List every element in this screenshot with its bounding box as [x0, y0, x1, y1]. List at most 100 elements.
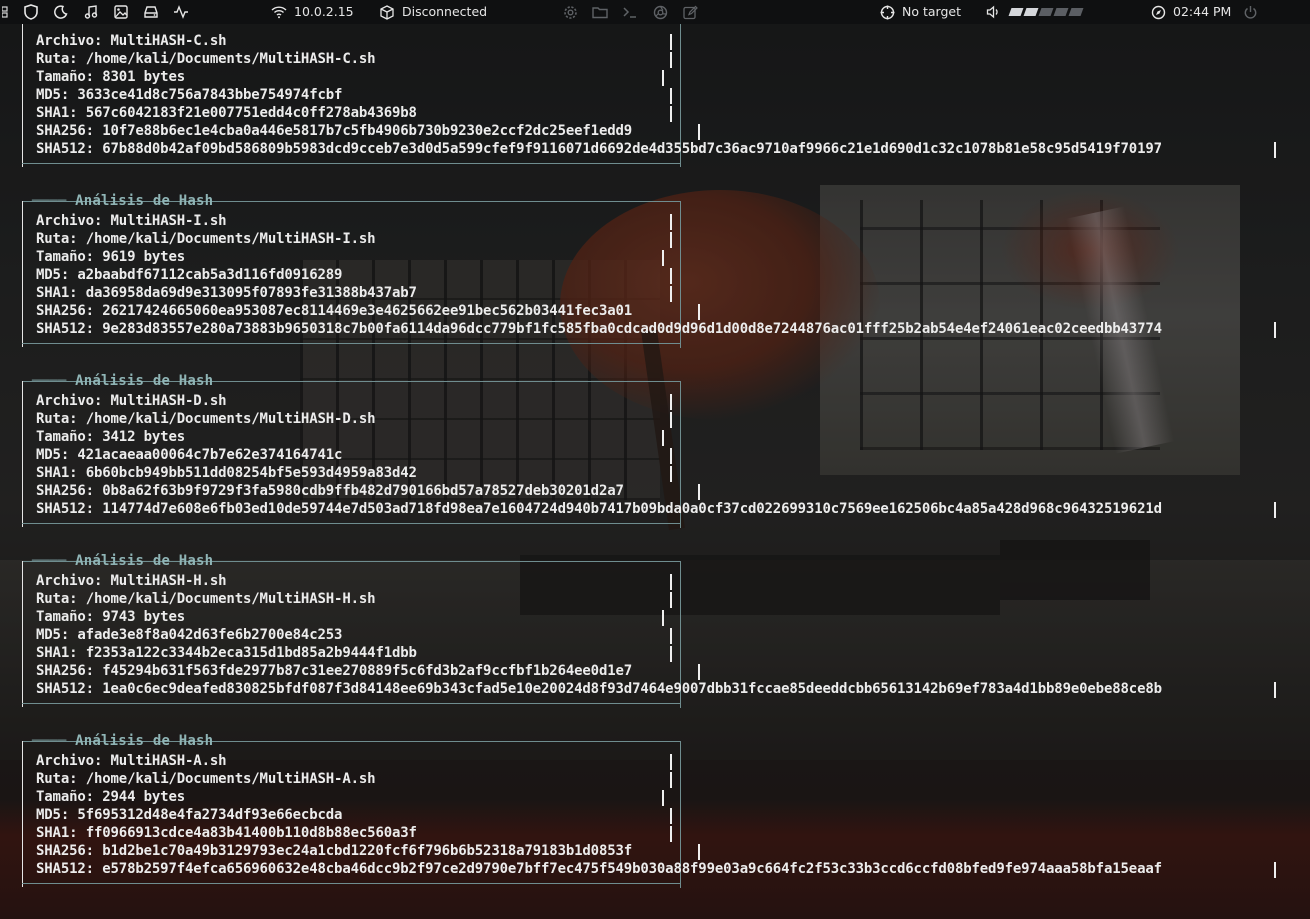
sha1-value[interactable]: 6b60bcb949bb511dd08254bf5e593d4959a83d42 [86, 465, 417, 481]
tamano-value[interactable]: 2944 bytes [102, 789, 185, 805]
md5-label: MD5: [36, 807, 70, 823]
hash-line-sha256: SHA256: 26217424665060ea953087ec8114469e… [36, 303, 632, 321]
md5-value[interactable]: afade3e8f8a042d63fe6b2700e84c253 [77, 627, 342, 643]
sha1-value[interactable]: 567c6042183f21e007751edd4c0ff278ab4369b8 [86, 105, 417, 121]
ruta-value[interactable]: /home/kali/Documents/MultiHASH-I.sh [86, 231, 376, 247]
sha256-value[interactable]: f45294b631f563fde2977b87c31ee270889f5c6f… [102, 663, 632, 679]
sha512-value[interactable]: e578b2597f4efca656960632e48cba46dcc9b2f9… [102, 861, 1162, 877]
hash-line-ruta: Ruta: /home/kali/Documents/MultiHASH-D.s… [36, 411, 376, 429]
ip-address: 10.0.2.15 [294, 4, 354, 19]
shield-icon[interactable] [22, 0, 40, 24]
box-left-border [22, 561, 23, 707]
ruta-value[interactable]: /home/kali/Documents/MultiHASH-C.sh [86, 51, 376, 67]
md5-value[interactable]: 3633ce41d8c756a7843bbe754974fcbf [77, 87, 342, 103]
hash-line-sha256: SHA256: b1d2be1c70a49b3129793ec24a1cbd12… [36, 843, 632, 861]
hash-line-archivo: Archivo: MultiHASH-I.sh [36, 213, 227, 231]
tamano-label: Tamaño: [36, 69, 94, 85]
line-end-bar [662, 610, 664, 626]
md5-value[interactable]: 421acaeaa00064c7b7e62e374164741c [77, 447, 342, 463]
hash-line-ruta: Ruta: /home/kali/Documents/MultiHASH-C.s… [36, 51, 376, 69]
archivo-value[interactable]: MultiHASH-H.sh [111, 573, 227, 589]
box-bottom-border [22, 523, 680, 524]
ruta-value[interactable]: /home/kali/Documents/MultiHASH-D.sh [86, 411, 376, 427]
sha512-label: SHA512: [36, 321, 94, 337]
sha512-value[interactable]: 1ea0c6ec9deafed830825bfdf087f3d84148ee69… [102, 681, 1162, 697]
sha1-label: SHA1: [36, 645, 78, 661]
sha1-value[interactable]: da36958da69d9e313095f07893fe31388b437ab7 [86, 285, 417, 301]
archivo-label: Archivo: [36, 573, 103, 589]
sha1-value[interactable]: ff0966913cdce4a83b41400b110d8b88ec560a3f [86, 825, 417, 841]
line-end-bar [670, 268, 672, 284]
tamano-value[interactable]: 3412 bytes [102, 429, 185, 445]
tamano-value[interactable]: 8301 bytes [102, 69, 185, 85]
box-left-border [22, 21, 23, 167]
sha256-label: SHA256: [36, 483, 94, 499]
hash-line-ruta: Ruta: /home/kali/Documents/MultiHASH-A.s… [36, 771, 376, 789]
workspace-indicator[interactable] [0, 0, 10, 24]
box-title: ──── Análisis de Hash [28, 193, 221, 209]
archivo-value[interactable]: MultiHASH-C.sh [111, 33, 227, 49]
volume-bar-segment [1038, 8, 1054, 16]
volume-icon[interactable] [984, 0, 1002, 24]
line-end-bar [670, 52, 672, 68]
edit-icon[interactable] [681, 0, 699, 24]
terminal-output[interactable]: Archivo: MultiHASH-C.sh Ruta: /home/kali/… [0, 21, 1310, 919]
sha256-value[interactable]: 10f7e88b6ec1e4cba0a446e5817b7c5fb4906b73… [102, 123, 632, 139]
hash-line-sha512: SHA512: 9e283d83557e280a73883b9650318c7b… [36, 321, 1162, 339]
sha512-label: SHA512: [36, 141, 94, 157]
ruta-label: Ruta: [36, 231, 78, 247]
box-bottom-border [22, 163, 680, 164]
activity-icon[interactable] [172, 0, 190, 24]
ruta-value[interactable]: /home/kali/Documents/MultiHASH-A.sh [86, 771, 376, 787]
hash-line-sha256: SHA256: 0b8a62f63b9f9729f3fa5980cdb9ffb4… [36, 483, 624, 501]
volume-bar-segment [1008, 8, 1024, 16]
folder-icon[interactable] [591, 0, 609, 24]
line-end-bar [670, 574, 672, 590]
sha512-value[interactable]: 9e283d83557e280a73883b9650318c7b00fa6114… [102, 321, 1162, 337]
box-left-border [22, 381, 23, 527]
archivo-value[interactable]: MultiHASH-D.sh [111, 393, 227, 409]
md5-value[interactable]: a2baabdf67112cab5a3d116fd0916289 [77, 267, 342, 283]
sha256-value[interactable]: 0b8a62f63b9f9729f3fa5980cdb9ffb482d79016… [102, 483, 624, 499]
cube-icon [378, 0, 396, 24]
line-end-bar [670, 772, 672, 788]
top-status-bar: 10.0.2.15 Disconnected No target 02:44 P… [0, 0, 1310, 24]
box-title: ──── Análisis de Hash [28, 733, 221, 749]
line-end-bar [670, 628, 672, 644]
sha256-value[interactable]: b1d2be1c70a49b3129793ec24a1cbd1220fcf6f7… [102, 843, 632, 859]
sha512-value[interactable]: 67b88d0b42af09bd586809b5983dcd9cceb7e3d0… [102, 141, 1162, 157]
line-end-bar [698, 484, 700, 500]
terminal-icon[interactable] [621, 0, 639, 24]
line-end-bar [670, 646, 672, 662]
line-end-bar [1274, 862, 1276, 878]
archivo-value[interactable]: MultiHASH-I.sh [111, 213, 227, 229]
power-icon[interactable] [1241, 0, 1259, 24]
tamano-value[interactable]: 9743 bytes [102, 609, 185, 625]
line-end-bar [698, 124, 700, 140]
hash-line-tamano: Tamaño: 8301 bytes [36, 69, 185, 87]
browser-icon[interactable] [651, 0, 669, 24]
clock: 02:44 PM [1173, 4, 1232, 19]
hash-line-tamano: Tamaño: 9619 bytes [36, 249, 185, 267]
drive-icon[interactable] [142, 0, 160, 24]
sha512-value[interactable]: 114774d7e608e6fb03ed10de59744e7d503ad718… [102, 501, 1162, 517]
md5-label: MD5: [36, 447, 70, 463]
line-end-bar [1274, 142, 1276, 158]
archivo-value[interactable]: MultiHASH-A.sh [111, 753, 227, 769]
md5-label: MD5: [36, 627, 70, 643]
sha1-value[interactable]: f2353a122c3344b2eca315d1bd85a2b9444f1dbb [86, 645, 417, 661]
volume-slider[interactable] [1008, 8, 1084, 16]
music-icon[interactable] [82, 0, 100, 24]
settings-icon[interactable] [561, 0, 579, 24]
box-title-text: Análisis de Hash [75, 193, 214, 209]
ruta-value[interactable]: /home/kali/Documents/MultiHASH-H.sh [86, 591, 376, 607]
sha256-value[interactable]: 26217424665060ea953087ec8114469e3e462566… [102, 303, 632, 319]
box-left-border [22, 741, 23, 887]
image-icon[interactable] [112, 0, 130, 24]
tamano-label: Tamaño: [36, 249, 94, 265]
tamano-value[interactable]: 9619 bytes [102, 249, 185, 265]
md5-value[interactable]: 5f695312d48e4fa2734df93e66ecbcda [77, 807, 342, 823]
hash-line-ruta: Ruta: /home/kali/Documents/MultiHASH-I.s… [36, 231, 376, 249]
sha1-label: SHA1: [36, 285, 78, 301]
moon-icon[interactable] [52, 0, 70, 24]
